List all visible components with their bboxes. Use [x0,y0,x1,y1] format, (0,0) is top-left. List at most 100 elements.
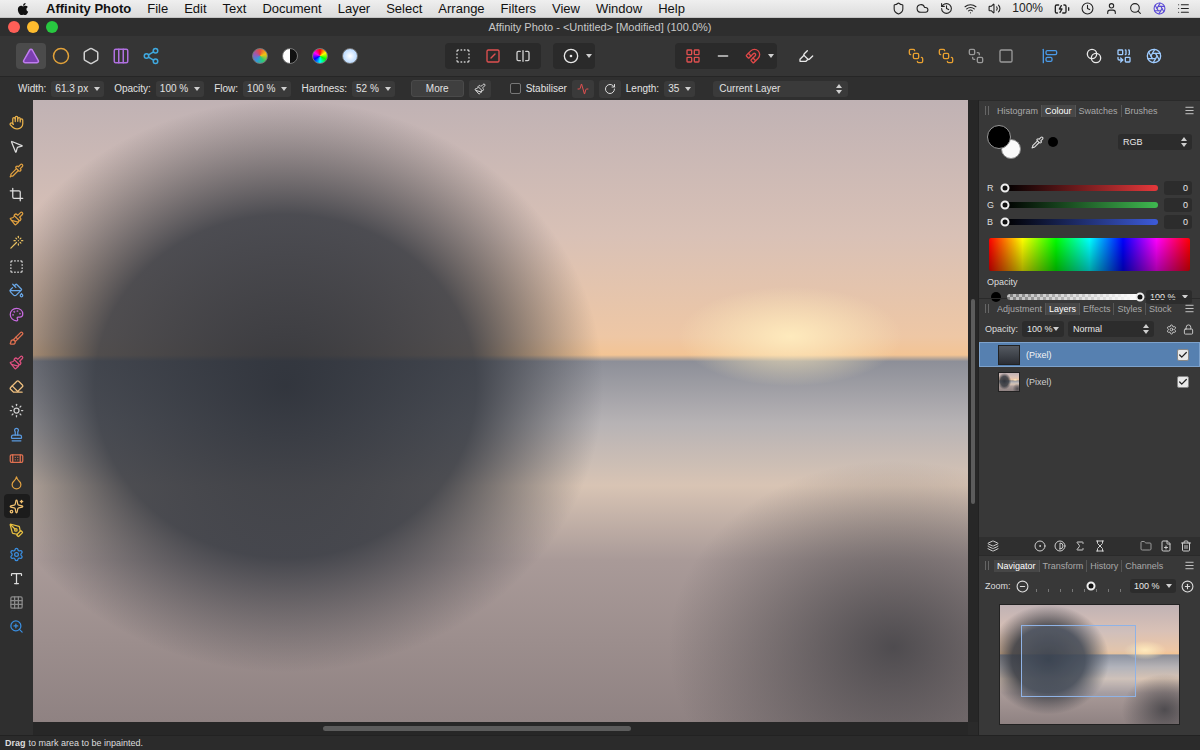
persona-button[interactable] [46,43,76,69]
dropdown-caret[interactable] [1053,327,1059,331]
panel-tab[interactable]: Layers [1045,303,1079,315]
layer-opacity[interactable]: 100 % [1022,321,1064,337]
opacity-slider[interactable] [1007,294,1140,300]
layer-effects-icon[interactable] [1074,540,1086,552]
align-icon[interactable] [1042,48,1058,64]
toolbar-button[interactable] [901,43,931,69]
channel-value[interactable]: 0 [1164,215,1192,229]
horizontal-scrollbar[interactable] [33,722,968,735]
slider-knob[interactable] [1001,183,1010,192]
crop-icon[interactable] [9,187,24,202]
dropdown-caret[interactable] [281,87,287,91]
apple-icon[interactable] [16,2,30,16]
field-value[interactable]: 100 % [156,81,204,97]
tool-button[interactable] [4,230,30,254]
shape-icon[interactable] [9,547,24,562]
tool-button[interactable] [4,542,30,566]
assistant-icon[interactable] [798,48,814,64]
dodge-icon[interactable] [9,403,24,418]
close-button[interactable] [8,21,20,33]
paint-brush-icon[interactable] [9,331,24,346]
guides-icon[interactable] [715,48,731,64]
toolbar-button[interactable] [738,43,768,69]
photo-canvas[interactable] [33,100,968,722]
check-icon[interactable] [1178,377,1188,387]
live-filter-icon[interactable] [1094,540,1106,552]
menu-item[interactable]: Arrange [430,0,492,17]
deselect-icon[interactable] [455,48,471,64]
toolbar-button[interactable] [508,43,538,69]
zoom-out-icon[interactable] [1016,580,1029,593]
toolbar-button[interactable] [1035,43,1065,69]
colour-spectrum[interactable] [989,238,1190,271]
target-dropdown[interactable]: Current Layer [713,81,848,97]
add-icon[interactable] [1086,48,1102,64]
menu-item[interactable]: Edit [176,0,214,17]
toolbar-button[interactable] [1079,43,1109,69]
text-icon[interactable] [9,571,24,586]
tool-button[interactable] [4,110,30,134]
channel-slider[interactable] [1005,219,1158,225]
panel-tab[interactable]: Adjustment [994,303,1045,315]
fill-swatch[interactable] [987,125,1011,149]
menu-item[interactable]: Select [378,0,430,17]
marquee-icon[interactable] [9,259,24,274]
time-machine-icon[interactable] [940,2,953,15]
panel-tab[interactable]: Transform [1039,560,1087,572]
dropdown-caret[interactable] [1166,584,1172,588]
toolbar-button[interactable] [448,43,478,69]
mask-layer-icon[interactable] [1034,540,1046,552]
menu-item[interactable]: Help [650,0,693,17]
panel-tab[interactable]: Brushes [1121,105,1161,117]
window-icon[interactable] [604,83,616,95]
group-icon[interactable] [1140,540,1152,552]
tool-button[interactable] [4,302,30,326]
tool-button[interactable] [4,134,30,158]
snapping-icon[interactable] [745,48,761,64]
menu-item[interactable]: Text [215,0,255,17]
toolbar-button[interactable] [678,43,708,69]
menu-item[interactable]: Document [254,0,329,17]
clock-icon[interactable] [1081,2,1094,15]
tool-button[interactable] [4,254,30,278]
subtract-icon[interactable] [1116,48,1132,64]
field-value[interactable]: 100 % [243,81,291,97]
auto-white-balance-icon[interactable] [342,48,358,64]
gradient-icon[interactable] [9,307,24,322]
adjustment-layer-icon[interactable] [1054,540,1066,552]
battery-icon[interactable] [1054,1,1070,17]
notification-center-icon[interactable] [1177,2,1190,15]
tool-button[interactable] [4,518,30,542]
dropdown-caret[interactable] [194,87,200,91]
toolbar-button[interactable] [1109,43,1139,69]
auto-contrast-icon[interactable] [282,48,298,64]
tool-button[interactable] [4,446,30,470]
colour-picker-icon[interactable] [9,163,24,178]
dropdown-caret[interactable] [94,87,100,91]
tool-button[interactable] [4,326,30,350]
persona-button[interactable] [76,43,106,69]
tool-button[interactable] [4,206,30,230]
creative-cloud-icon[interactable] [916,2,929,15]
dropdown-caret[interactable] [586,54,592,58]
navigator-preview[interactable] [999,604,1180,725]
menu-item[interactable]: View [544,0,588,17]
menu-item[interactable]: Window [588,0,650,17]
layer-row[interactable]: (Pixel) [979,342,1200,367]
mesh-warp-icon[interactable] [9,595,24,610]
eraser-icon[interactable] [9,379,24,394]
move-icon[interactable] [9,139,24,154]
zoom-icon[interactable] [9,619,24,634]
scroll-thumb[interactable] [323,726,632,731]
more-button[interactable]: More [411,80,464,97]
toolbar-button[interactable] [335,43,365,69]
minimize-button[interactable] [27,21,39,33]
intersect-icon[interactable] [1146,48,1162,64]
liquify-persona-icon[interactable] [52,47,70,65]
vpn-icon[interactable] [892,2,905,15]
channel-slider[interactable] [1005,202,1158,208]
visibility-checkbox[interactable] [1177,376,1189,388]
pen-icon[interactable] [9,523,24,538]
delete-layer-icon[interactable] [1180,540,1192,552]
zoom-in-icon[interactable] [1181,580,1194,593]
